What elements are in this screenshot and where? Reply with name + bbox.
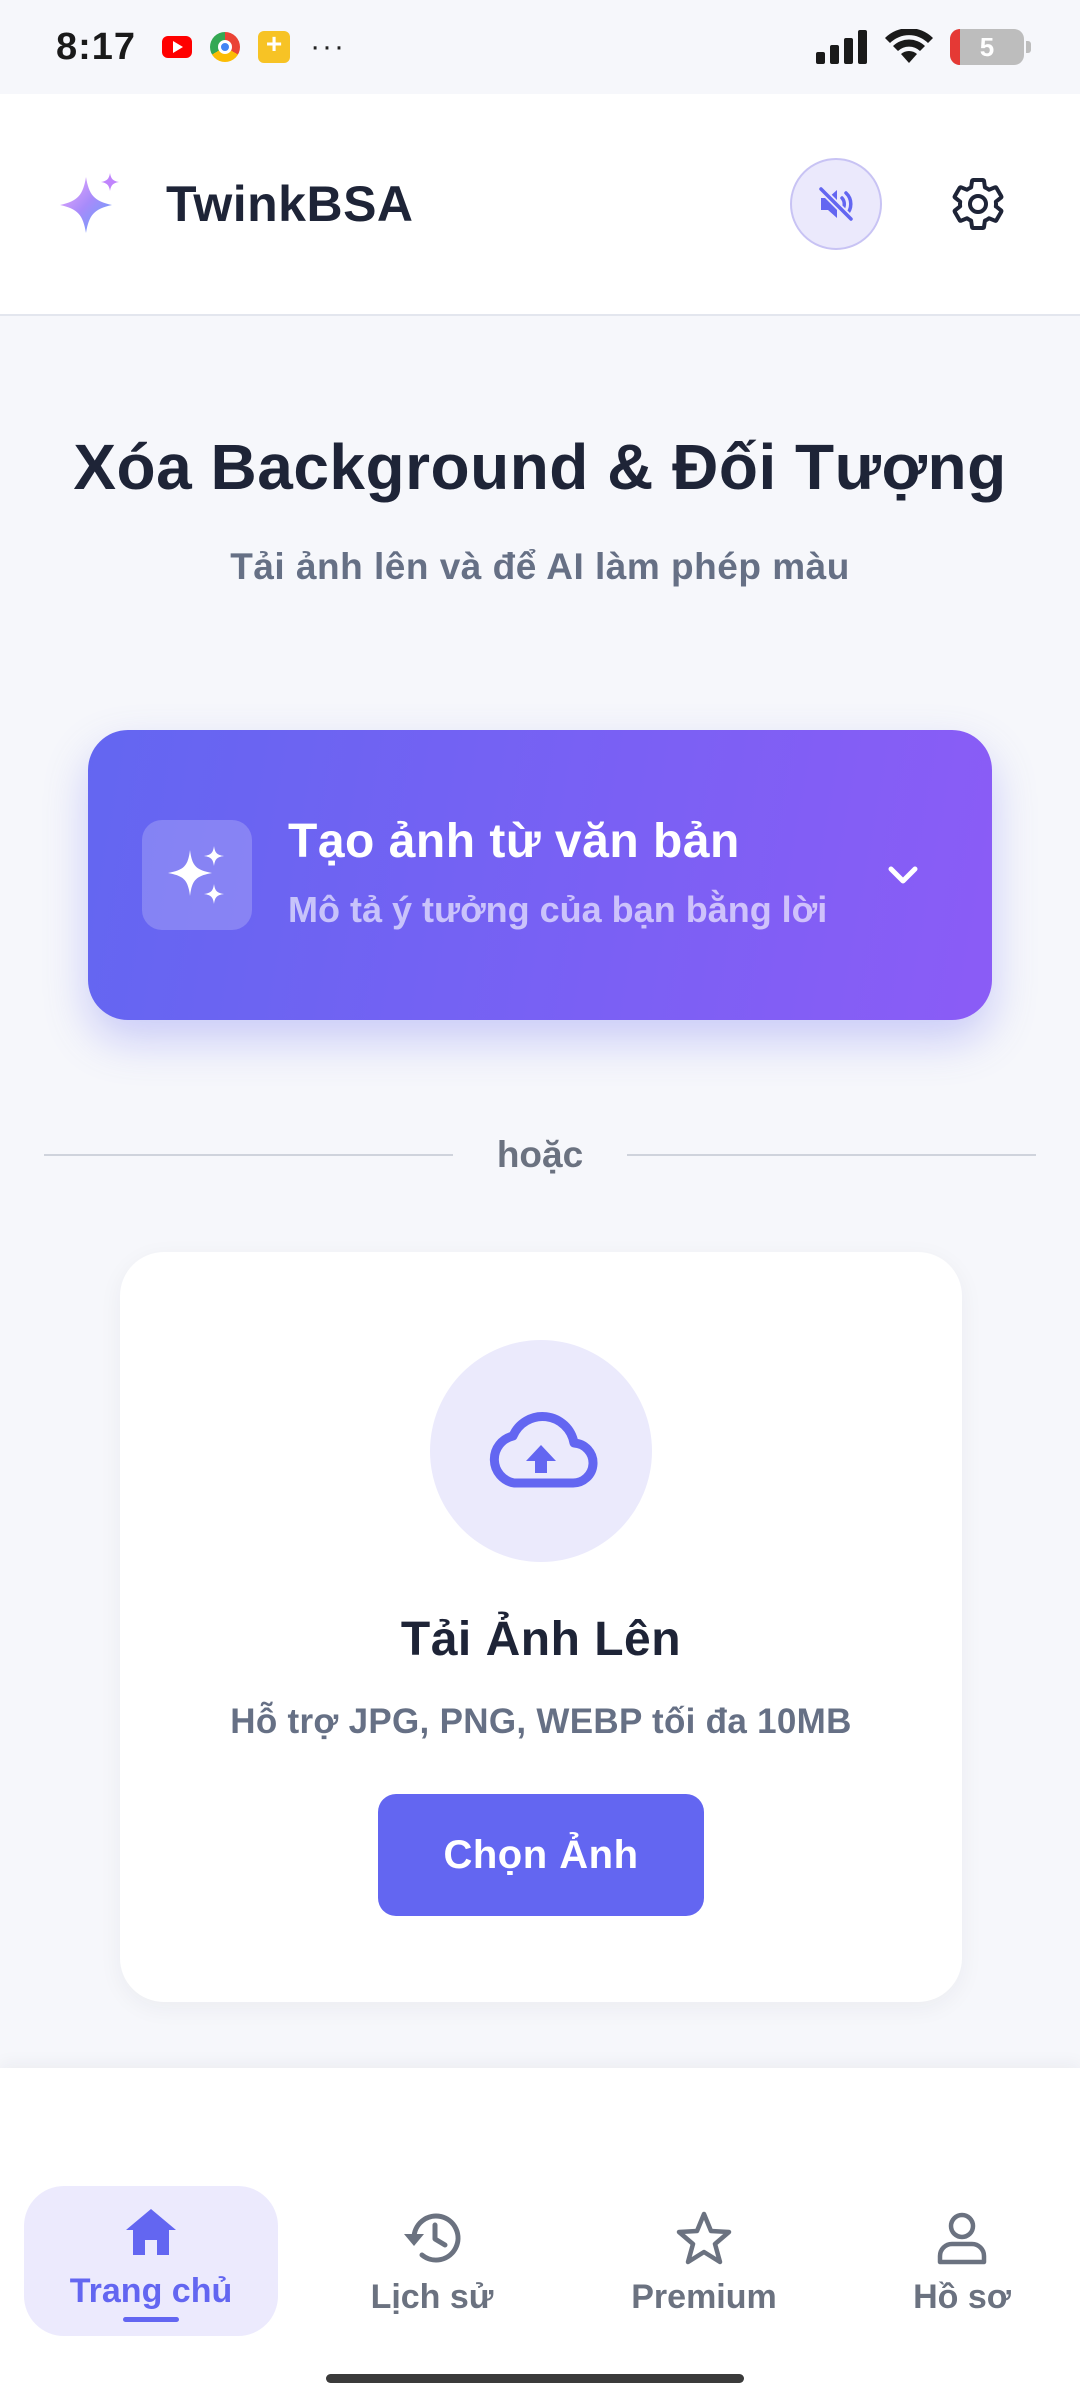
nav-label-history: Lịch sử [370, 2277, 494, 2316]
text-to-image-subtitle: Mô tả ý tưởng của bạn bằng lời [288, 888, 828, 930]
star-icon-wrap [672, 2206, 736, 2270]
history-icon [404, 2213, 461, 2263]
battery-icon: 5 [950, 29, 1031, 65]
mute-button[interactable] [790, 158, 882, 250]
upload-format-hint: Hỗ trợ JPG, PNG, WEBP tối đa 10MB [230, 1702, 852, 1741]
person-icon-wrap [930, 2206, 994, 2270]
or-divider: hoặc [44, 1125, 1037, 1185]
nav-item-profile[interactable]: Hồ sơ [844, 2186, 1080, 2336]
nav-label-premium: Premium [631, 2277, 777, 2316]
home-icon [126, 2209, 176, 2255]
gear-icon [952, 178, 1004, 230]
expand-toggle[interactable] [878, 850, 928, 900]
nav-label-home: Trang chủ [69, 2272, 233, 2310]
divider-label: hoặc [496, 1134, 584, 1175]
upload-title: Tải Ảnh Lên [400, 1613, 682, 1666]
app-title: TwinkBSA [166, 176, 414, 232]
choose-image-button[interactable]: Chọn Ảnh [378, 1794, 704, 1916]
status-time: 8:17 [56, 25, 137, 68]
text-to-image-card[interactable]: Tạo ảnh từ văn bản Mô tả ý tưởng của bạn… [88, 730, 992, 1020]
history-icon-wrap [400, 2206, 464, 2270]
upload-icon-circle [430, 1340, 652, 1562]
youtube-icon [162, 36, 193, 58]
nav-item-home[interactable]: Trang chủ [24, 2186, 278, 2336]
person-icon [937, 2212, 987, 2264]
status-indicators: 5 [816, 29, 1031, 65]
battery-level: 5 [979, 31, 995, 62]
page-title: Xóa Background & Đối Tượng [73, 431, 1007, 503]
sparkles-icon-box [142, 820, 252, 930]
wifi-icon [885, 29, 933, 63]
home-icon-wrap [119, 2200, 183, 2264]
divider-line-left [44, 1154, 453, 1156]
app-header: TwinkBSA [0, 94, 1080, 316]
signal-icon [816, 30, 867, 64]
text-to-image-text: Tạo ảnh từ văn bản Mô tả ý tưởng của bạn… [288, 814, 878, 937]
page-subtitle: Tải ảnh lên và để AI làm phép màu [230, 546, 850, 587]
upload-card[interactable]: Tải Ảnh Lên Hỗ trợ JPG, PNG, WEBP tối đa… [120, 1252, 962, 2002]
sparkles-icon [168, 846, 224, 904]
settings-button[interactable] [932, 158, 1024, 250]
chrome-icon [210, 32, 241, 62]
bottom-navigation: Trang chủ Lịch sử Premium Hồ sơ [0, 2068, 1080, 2400]
speaker-muted-icon [818, 186, 854, 222]
nav-item-history[interactable]: Lịch sử [312, 2186, 552, 2336]
status-app-icons: ··· [162, 28, 347, 64]
sparkle-logo-icon [60, 173, 119, 233]
nav-label-profile: Hồ sơ [913, 2277, 1011, 2316]
notes-icon [258, 28, 291, 63]
cloud-upload-icon [489, 1411, 598, 1488]
home-indicator[interactable] [326, 2374, 744, 2383]
star-icon [676, 2211, 732, 2264]
active-indicator [123, 2317, 179, 2322]
nav-item-premium[interactable]: Premium [584, 2186, 824, 2336]
text-to-image-title: Tạo ảnh từ văn bản [288, 814, 740, 868]
more-notifications-icon: ··· [310, 30, 347, 63]
chevron-down-icon [888, 866, 918, 884]
divider-line-right [627, 1154, 1037, 1156]
status-bar: 8:17 ··· 5 [0, 0, 1080, 94]
